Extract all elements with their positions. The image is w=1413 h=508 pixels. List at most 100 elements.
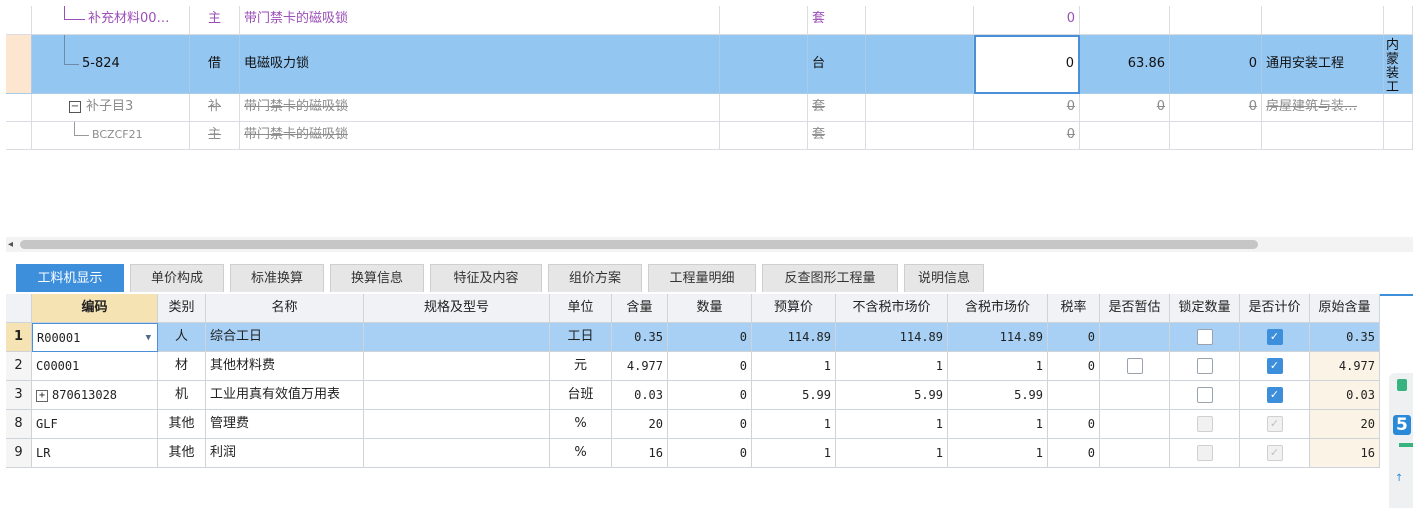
res-quantity[interactable]: 0: [668, 410, 752, 439]
res-name[interactable]: 其他材料费: [206, 352, 364, 381]
res-category[interactable]: 人: [158, 323, 206, 352]
res-content[interactable]: 0.35: [612, 323, 668, 352]
res-quantity[interactable]: 0: [668, 323, 752, 352]
table-row-selected[interactable]: 5-824 借 电磁吸力锁 台 0 63.86 0 通用安装工程 内蒙装工额(2: [6, 35, 1413, 94]
tab-standard-conversion[interactable]: 标准换算: [230, 264, 324, 292]
col-header-market-ex-tax[interactable]: 不含税市场价: [836, 294, 948, 323]
res-budget-price[interactable]: 5.99: [752, 381, 836, 410]
item-qty[interactable]: 0: [974, 6, 1080, 35]
priced-checkbox[interactable]: ✓: [1266, 328, 1283, 345]
res-content[interactable]: 4.977: [612, 352, 668, 381]
col-header-original-content[interactable]: 原始含量: [1310, 294, 1380, 323]
provisional-checkbox-cell[interactable]: [1100, 410, 1170, 439]
table-row[interactable]: 补充材料00… 主 带门禁卡的磁吸锁 套 0: [6, 6, 1413, 35]
chevron-down-icon[interactable]: ▼: [146, 324, 151, 351]
res-name[interactable]: 利润: [206, 439, 364, 468]
expand-icon[interactable]: +: [36, 389, 48, 402]
col-header-lock-qty[interactable]: 锁定数量: [1170, 294, 1240, 323]
res-category[interactable]: 机: [158, 381, 206, 410]
item-name[interactable]: 带门禁卡的磁吸锁: [240, 122, 720, 150]
lock-qty-checkbox-cell[interactable]: [1170, 439, 1240, 468]
res-name[interactable]: 综合工日: [206, 323, 364, 352]
col-header-tax-rate[interactable]: 税率: [1048, 294, 1100, 323]
provisional-checkbox-cell[interactable]: [1100, 381, 1170, 410]
res-content[interactable]: 0.03: [612, 381, 668, 410]
col-header-spec[interactable]: 规格及型号: [364, 294, 550, 323]
col-header-priced[interactable]: 是否计价: [1240, 294, 1310, 323]
lock-qty-checkbox-cell[interactable]: [1170, 352, 1240, 381]
res-budget-price[interactable]: 114.89: [752, 323, 836, 352]
res-unit[interactable]: 台班: [550, 381, 612, 410]
res-spec[interactable]: [364, 352, 550, 381]
col-header-budget-price[interactable]: 预算价: [752, 294, 836, 323]
res-category[interactable]: 其他: [158, 439, 206, 468]
res-budget-price[interactable]: 1: [752, 352, 836, 381]
col-header-name[interactable]: 名称: [206, 294, 364, 323]
row-number[interactable]: 9: [6, 439, 32, 468]
provisional-checkbox-cell[interactable]: [1100, 439, 1170, 468]
scrollbar-thumb[interactable]: [20, 240, 1258, 249]
item-code-cell[interactable]: − 补子目3: [32, 94, 190, 122]
item-code-cell[interactable]: BCZCF21: [32, 122, 190, 150]
priced-checkbox-cell[interactable]: ✓: [1240, 352, 1310, 381]
tab-pricing-plan[interactable]: 组价方案: [548, 264, 642, 292]
tab-features[interactable]: 特征及内容: [430, 264, 542, 292]
row-number[interactable]: 2: [6, 352, 32, 381]
res-tax-rate[interactable]: 0: [1048, 410, 1100, 439]
col-header-market-in-tax[interactable]: 含税市场价: [948, 294, 1048, 323]
res-spec[interactable]: [364, 323, 550, 352]
tab-reverse-lookup[interactable]: 反查图形工程量: [762, 264, 898, 292]
res-name[interactable]: 管理费: [206, 410, 364, 439]
res-tax-rate[interactable]: 0: [1048, 439, 1100, 468]
res-market-ex-tax[interactable]: 1: [836, 352, 948, 381]
col-header-category[interactable]: 类别: [158, 294, 206, 323]
item-name[interactable]: 带门禁卡的磁吸锁: [240, 94, 720, 122]
tab-conversion-info[interactable]: 换算信息: [330, 264, 424, 292]
horizontal-scrollbar[interactable]: ◂: [6, 237, 1413, 252]
res-unit[interactable]: 工日: [550, 323, 612, 352]
res-original-content[interactable]: 20: [1310, 410, 1380, 439]
res-market-ex-tax[interactable]: 1: [836, 439, 948, 468]
priced-checkbox-cell[interactable]: ✓: [1240, 323, 1310, 352]
res-tax-rate[interactable]: 0: [1048, 323, 1100, 352]
res-budget-price[interactable]: 1: [752, 410, 836, 439]
res-tax-rate[interactable]: [1048, 381, 1100, 410]
res-quantity[interactable]: 0: [668, 381, 752, 410]
tab-quantity-detail[interactable]: 工程量明细: [648, 264, 756, 292]
priced-checkbox-cell[interactable]: ✓: [1240, 381, 1310, 410]
priced-checkbox[interactable]: ✓: [1266, 357, 1283, 374]
lock-qty-checkbox[interactable]: [1196, 386, 1213, 403]
scroll-left-icon[interactable]: ◂: [8, 239, 13, 250]
table-row[interactable]: 9 LR 其他 利润% 16 0 1 1 1 0 ✓ 16: [6, 439, 1413, 468]
res-market-in-tax[interactable]: 114.89: [948, 323, 1048, 352]
res-category[interactable]: 其他: [158, 410, 206, 439]
res-unit[interactable]: %: [550, 439, 612, 468]
res-market-ex-tax[interactable]: 1: [836, 410, 948, 439]
row-number[interactable]: 3: [6, 381, 32, 410]
col-header-code[interactable]: 编码: [32, 294, 158, 323]
item-code-cell[interactable]: 补充材料00…: [32, 6, 190, 35]
res-code-cell[interactable]: +870613028: [32, 381, 158, 410]
res-original-content[interactable]: 0.35: [1310, 323, 1380, 352]
res-spec[interactable]: [364, 439, 550, 468]
res-original-content[interactable]: 16: [1310, 439, 1380, 468]
col-header-provisional[interactable]: 是否暂估: [1100, 294, 1170, 323]
res-market-in-tax[interactable]: 1: [948, 439, 1048, 468]
res-code-cell[interactable]: R00001 ▼: [32, 323, 158, 352]
lock-qty-checkbox-cell[interactable]: [1170, 410, 1240, 439]
provisional-checkbox[interactable]: [1126, 357, 1143, 374]
priced-checkbox-cell[interactable]: ✓: [1240, 410, 1310, 439]
res-original-content[interactable]: 4.977: [1310, 352, 1380, 381]
collapse-icon[interactable]: −: [69, 101, 81, 113]
tab-unit-price[interactable]: 单价构成: [130, 264, 224, 292]
provisional-checkbox-cell[interactable]: [1100, 323, 1170, 352]
table-row[interactable]: 8 GLF 其他 管理费% 20 0 1 1 1 0 ✓ 20: [6, 410, 1413, 439]
res-market-ex-tax[interactable]: 114.89: [836, 323, 948, 352]
item-name[interactable]: 电磁吸力锁: [240, 35, 720, 94]
res-spec[interactable]: [364, 381, 550, 410]
provisional-checkbox-cell[interactable]: [1100, 352, 1170, 381]
priced-checkbox[interactable]: ✓: [1266, 386, 1283, 403]
res-quantity[interactable]: 0: [668, 352, 752, 381]
res-content[interactable]: 20: [612, 410, 668, 439]
res-market-in-tax[interactable]: 1: [948, 410, 1048, 439]
